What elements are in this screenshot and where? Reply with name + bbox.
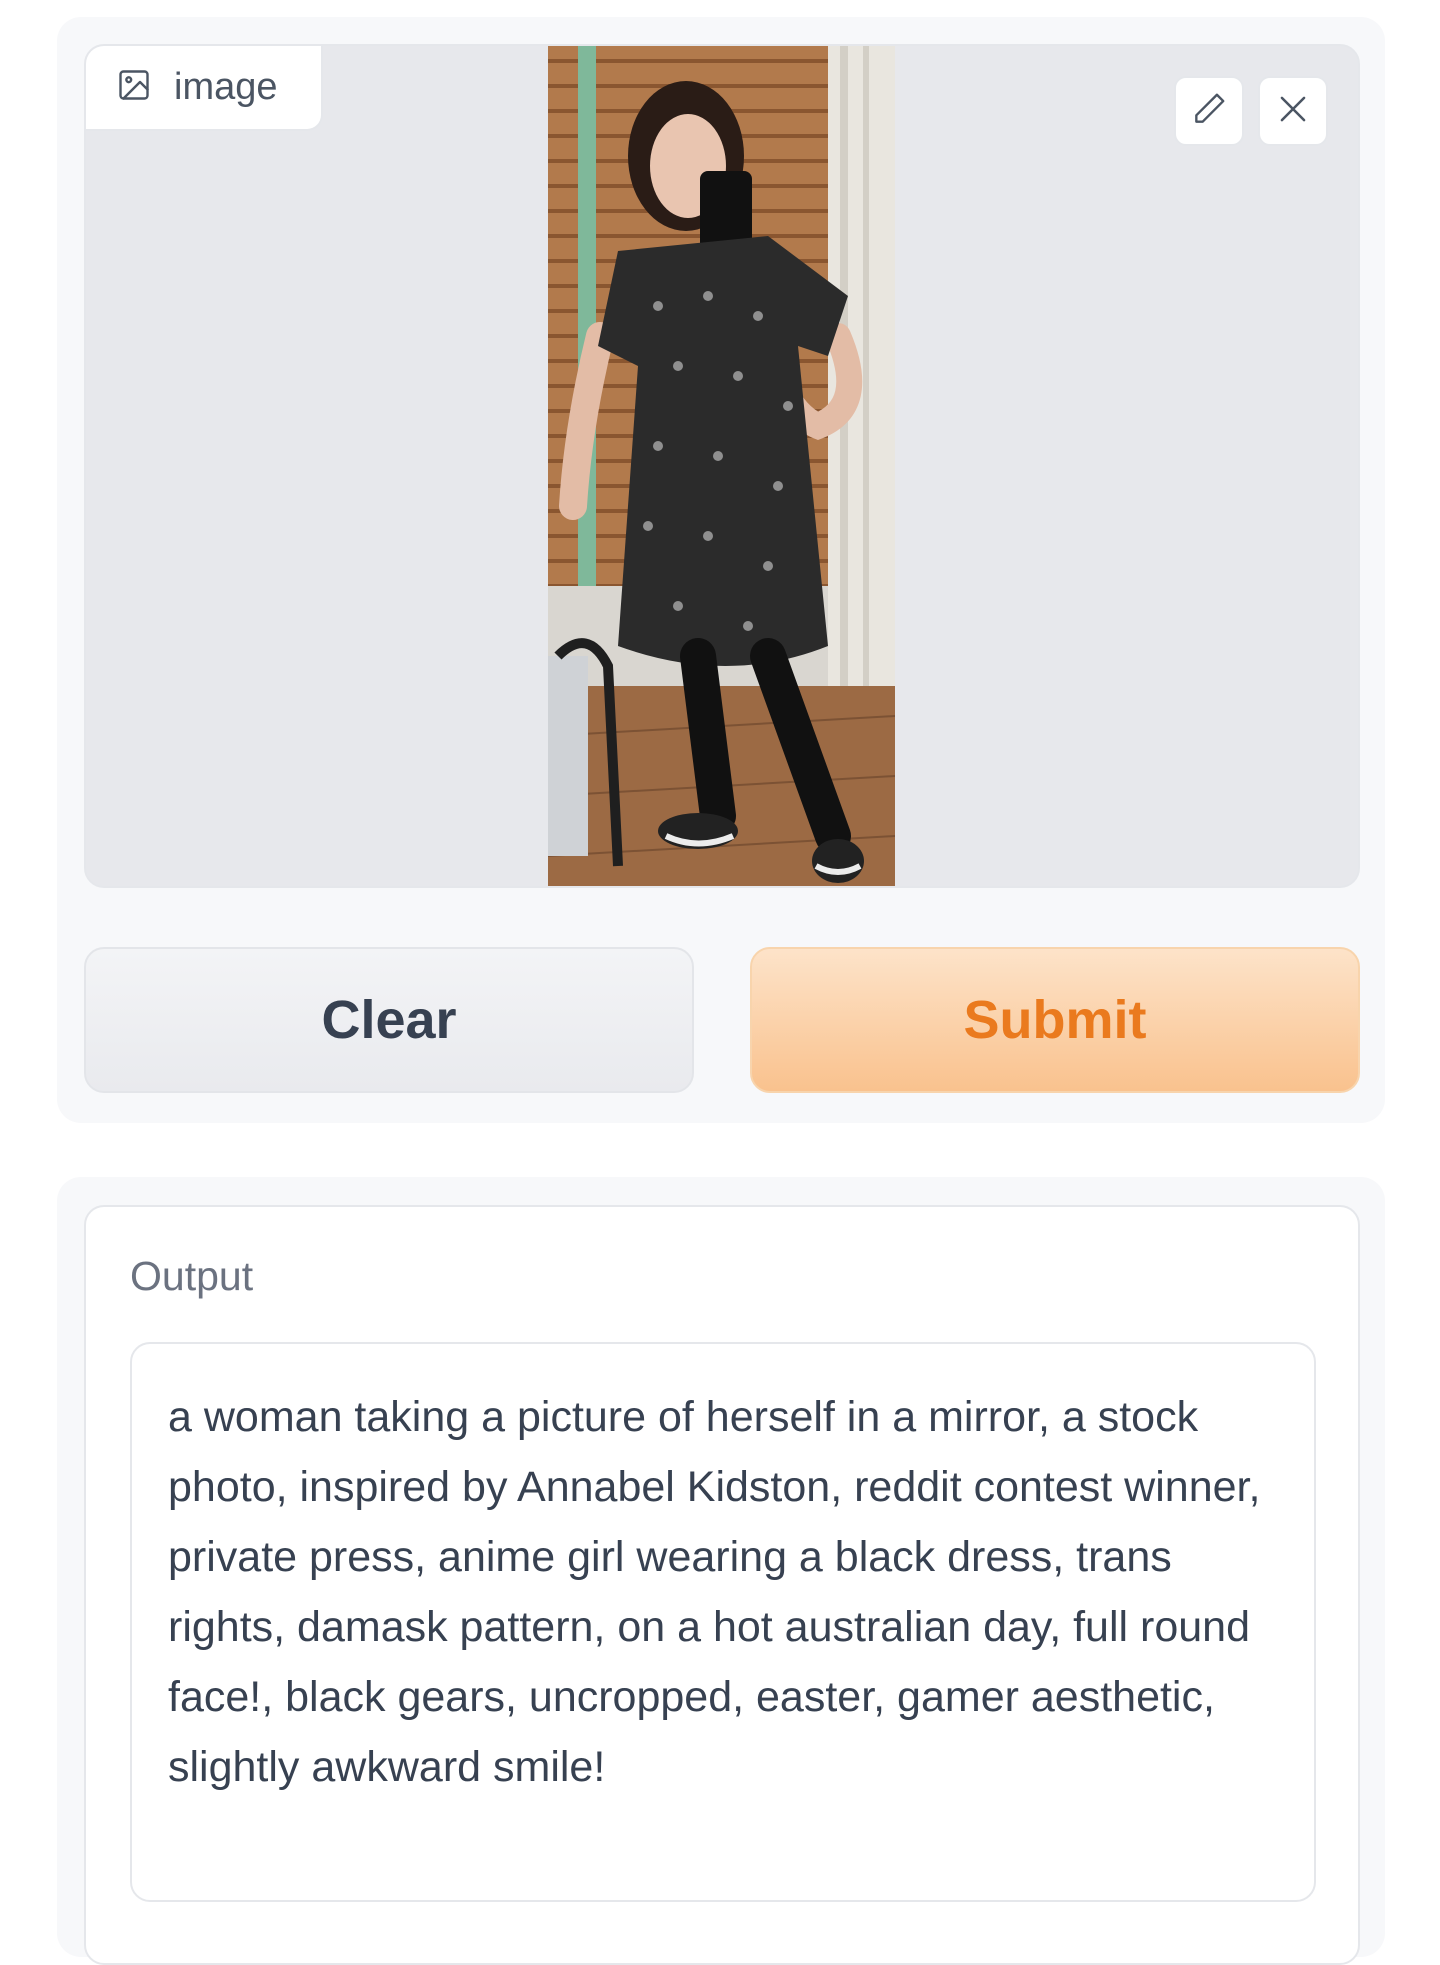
close-button[interactable] [1258,76,1328,146]
edit-button[interactable] [1174,76,1244,146]
input-panel: image Clear Submit [57,17,1385,1123]
image-upload-area[interactable]: image [84,44,1360,888]
output-card: Output a woman taking a picture of herse… [84,1205,1360,1965]
image-label-badge: image [86,46,323,131]
uploaded-photo [548,46,895,886]
output-label: Output [130,1253,254,1299]
image-label-text: image [174,66,278,108]
output-panel: Output a woman taking a picture of herse… [57,1177,1385,1965]
clear-button[interactable]: Clear [84,947,694,1093]
image-icon [116,67,152,108]
pencil-icon [1190,90,1228,133]
submit-button[interactable]: Submit [750,947,1360,1093]
close-icon [1274,90,1312,133]
output-textbox[interactable]: a woman taking a picture of herself in a… [130,1342,1316,1902]
